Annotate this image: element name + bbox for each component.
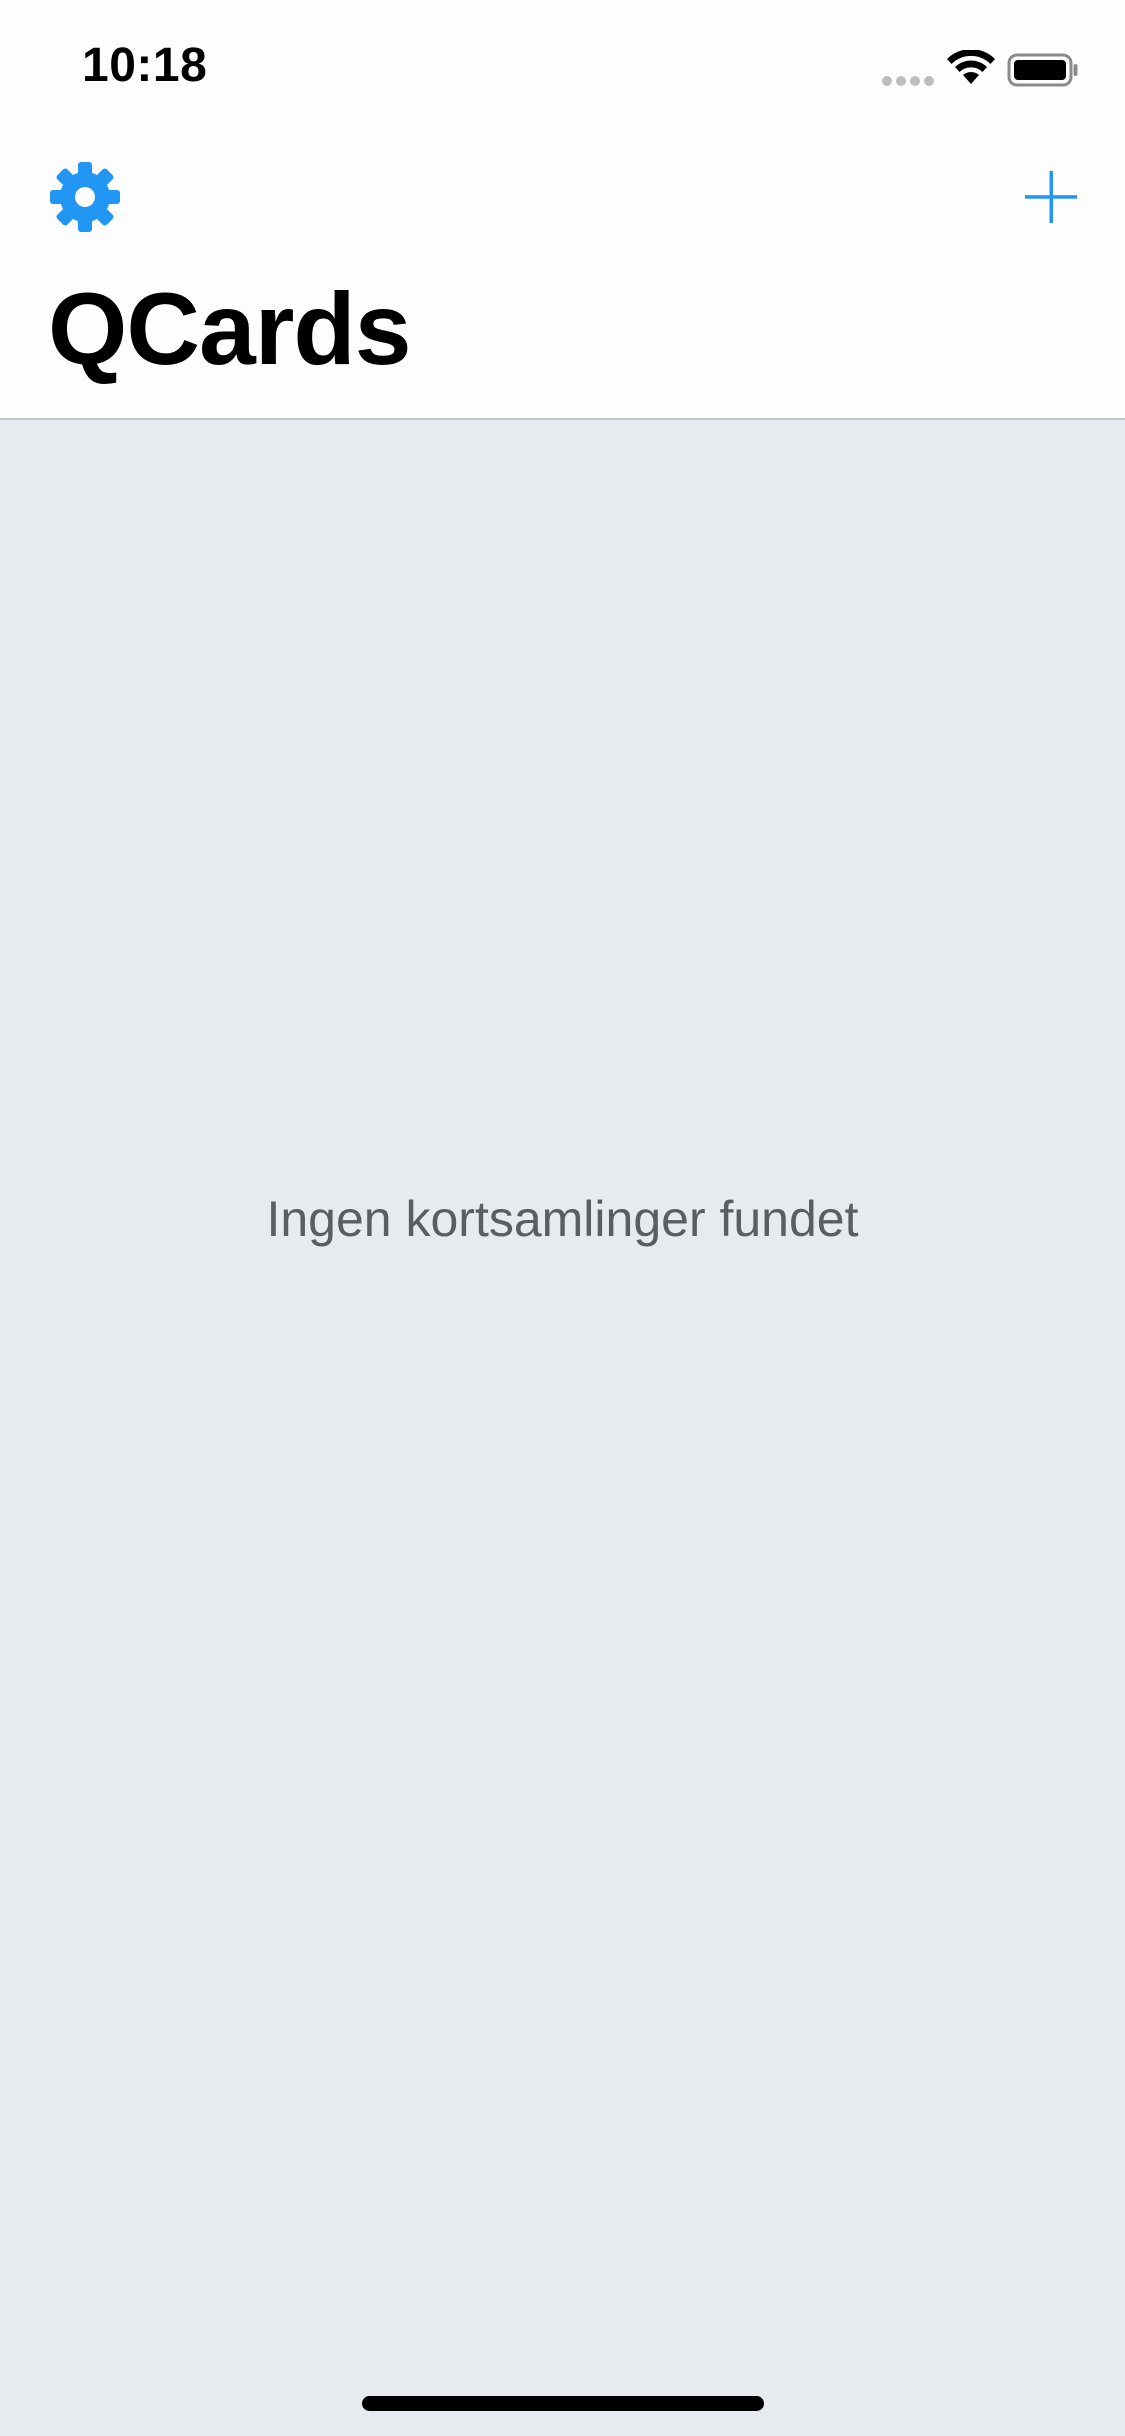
home-indicator[interactable]	[362, 2396, 764, 2411]
wifi-icon	[947, 50, 995, 84]
header: 10:18 QCards	[0, 0, 1125, 420]
status-time: 10:18	[82, 39, 208, 92]
battery-icon	[1007, 53, 1078, 87]
cellular-signal-icon	[882, 76, 934, 86]
empty-state-message: Ingen kortsamlinger fundet	[266, 1191, 859, 1247]
settings-button[interactable]	[48, 160, 122, 234]
gear-icon	[50, 162, 120, 232]
plus-icon	[1025, 171, 1077, 223]
add-button[interactable]	[1016, 162, 1086, 232]
app-screen: 10:18 QCards Ingen kortsamlinger fundet	[0, 0, 1125, 2436]
page-title: QCards	[48, 272, 411, 386]
